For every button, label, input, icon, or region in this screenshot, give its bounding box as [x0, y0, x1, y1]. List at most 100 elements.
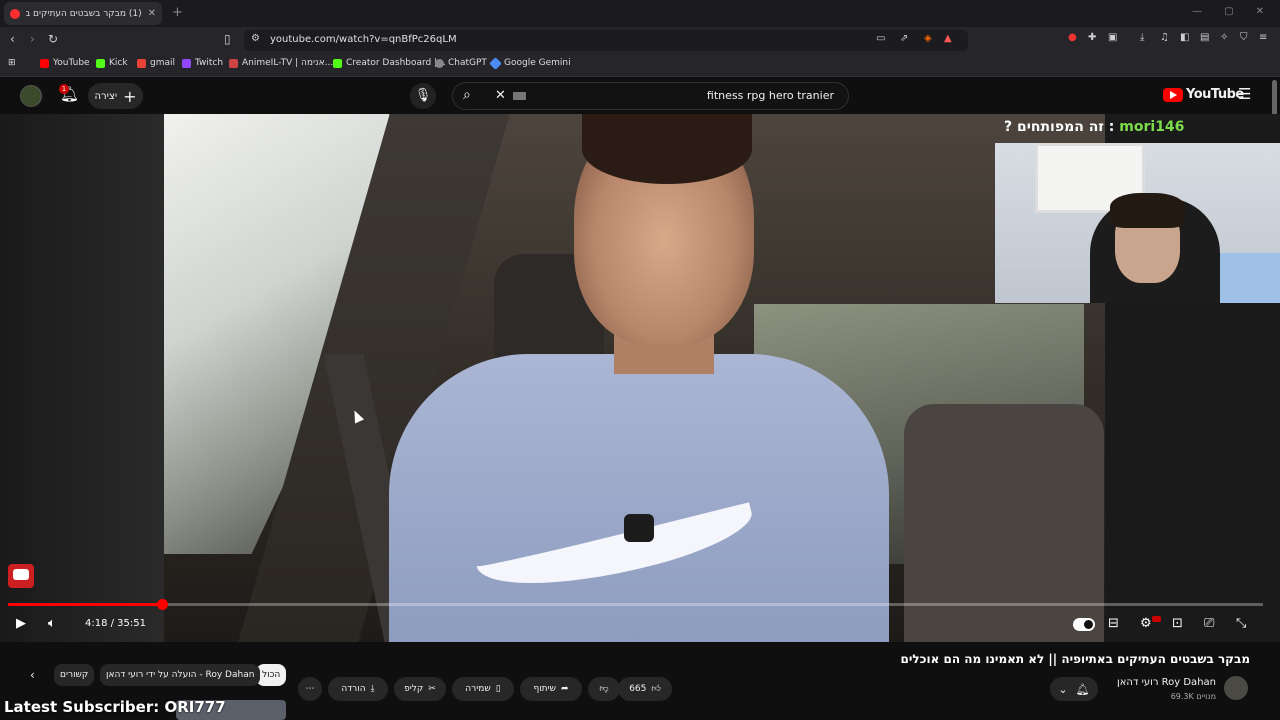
search-box[interactable]: ⌕ ✕ fitness rpg hero tranier [452, 82, 849, 110]
overlay-question: ? זה המפותחים : [1004, 119, 1120, 135]
download-button[interactable]: הורדה ⤓ [328, 677, 388, 701]
bookmark-creator-dashboard[interactable]: Creator Dashboard |... [333, 58, 446, 68]
fullscreen-icon[interactable]: ⤡ [1236, 616, 1246, 631]
video-frame[interactable] [164, 114, 1105, 642]
subscriber-count: 69.3K מנויים [1170, 692, 1216, 701]
autoplay-toggle[interactable] [1073, 618, 1095, 631]
clear-search-icon[interactable]: ✕ [495, 88, 506, 103]
dislike-button[interactable]: 👎︎ [588, 677, 620, 701]
subtitles-icon[interactable]: ⊟ [1108, 616, 1119, 631]
player-letterbox-left [0, 114, 164, 642]
vpn-shield-icon[interactable]: ⛉ [1240, 32, 1248, 43]
bell-icon: 🔔︎ [1075, 682, 1090, 696]
bookmark-save-icon: ▯ [495, 684, 501, 694]
site-info-icon[interactable]: ⚙ [251, 33, 260, 44]
video-player[interactable]: ? זה המפותחים : mori146 ▶ 🔈︎ 4:18 / 35:5… [0, 114, 1280, 642]
chip-related[interactable]: קשורים [54, 664, 95, 686]
save-button[interactable]: שמירה ▯ [452, 677, 514, 701]
share-button[interactable]: שיתוף ➦ [520, 677, 582, 701]
youtube-icon [40, 58, 49, 68]
bookmark-youtube[interactable]: YouTube [40, 58, 90, 68]
kick-creator-icon [333, 58, 342, 68]
close-window-icon[interactable]: ✕ [1256, 6, 1264, 17]
leo-ai-icon[interactable]: ✧ [1220, 32, 1228, 43]
reload-icon[interactable]: ↻ [48, 32, 58, 46]
search-icon[interactable]: ⌕ [463, 87, 471, 103]
new-tab-button[interactable]: + [172, 5, 183, 20]
thumbs-down-icon: 👎︎ [599, 684, 609, 694]
youtube-header: 🔔︎ 1 יצירה + 🎙︎ ⌕ ✕ fitness rpg hero tra… [0, 77, 1280, 114]
stream-chat-overlay: ? זה המפותחים : mori146 [1004, 119, 1184, 135]
extensions-icon[interactable]: ✚ [1088, 32, 1096, 43]
browser-nav-bar: ‹ › ↻ ▯ ⚙ youtube.com/watch?v=qnBfPc26qL… [0, 27, 1280, 53]
volume-icon[interactable]: 🔈︎ [48, 616, 56, 631]
car-seat [904, 404, 1104, 642]
search-input[interactable]: fitness rpg hero tranier [707, 89, 834, 102]
close-tab-icon[interactable]: ✕ [148, 8, 156, 19]
scissors-icon: ✂ [428, 684, 436, 694]
channel-name[interactable]: רועי דהאן Roy Dahan [1117, 677, 1216, 688]
progress-bar[interactable] [8, 599, 1263, 610]
downloads-icon[interactable]: ⤓ [1140, 32, 1144, 43]
more-icon: ⋯ [305, 684, 315, 694]
pip-icon[interactable]: ▭ [876, 33, 885, 44]
chips-prev-arrow-icon[interactable]: ‹ [30, 668, 35, 682]
account-avatar[interactable] [20, 85, 42, 107]
forward-icon[interactable]: › [30, 32, 35, 46]
voice-search-icon[interactable]: 🎙︎ [410, 83, 436, 109]
more-actions-button[interactable]: ⋯ [298, 677, 322, 701]
like-button[interactable]: 665 👍︎ [618, 677, 672, 701]
youtube-logo[interactable]: YouTube [1163, 87, 1244, 102]
download-icon: ⤓ [370, 684, 375, 694]
share-page-icon[interactable]: ⇗ [900, 33, 908, 44]
window-controls: — ▢ ✕ [1176, 0, 1280, 23]
extension-box-icon[interactable]: ▣ [1108, 32, 1117, 43]
bookmark-kick[interactable]: Kick [96, 58, 128, 68]
bookmark-twitch[interactable]: Twitch [182, 58, 223, 68]
browser-menu-icon[interactable]: ≡ [1259, 32, 1267, 43]
miniplayer-icon[interactable]: ⊡ [1172, 616, 1183, 631]
brave-shield-icon[interactable]: ◈ [924, 33, 932, 44]
bookmark-gmail[interactable]: gmail [137, 58, 175, 68]
cast-icon[interactable]: ⎚ [1204, 616, 1214, 631]
keyboard-icon[interactable] [513, 92, 526, 100]
webcam-hair [1110, 193, 1185, 228]
bookmark-icon[interactable]: ▯ [224, 32, 231, 46]
subscribed-bell-button[interactable]: ⌄ 🔔︎ [1050, 677, 1098, 701]
clip-button[interactable]: קליפ ✂ [394, 677, 446, 701]
chatgpt-icon [435, 58, 444, 68]
brave-rewards-icon[interactable]: ▲ [944, 33, 952, 44]
thumbs-up-icon: 👍︎ [651, 684, 661, 694]
notification-badge: 1 [59, 84, 69, 94]
url-text: youtube.com/watch?v=qnBfPc26qLM [270, 34, 457, 45]
create-button[interactable]: יצירה + [88, 83, 143, 109]
media-icon[interactable]: ♫ [1160, 32, 1169, 43]
chip-uploaded-by[interactable]: הועלה על ידי רועי דהאן - Roy Dahan [100, 664, 261, 686]
bookmark-animeil[interactable]: AnimeIL-TV | אנימה... [229, 58, 333, 68]
browser-tab[interactable]: (1) מבקר בשבטים העתיקים באת ✕ [4, 2, 162, 25]
guide-menu-icon[interactable]: ☰ [1238, 85, 1251, 103]
subscribe-watermark-icon[interactable] [8, 564, 34, 588]
back-icon[interactable]: ‹ [10, 32, 15, 46]
video-title: מבקר בשבטים העתיקים באתיופיה || לא תאמינ… [900, 652, 1251, 666]
apps-grid-icon[interactable]: ⊞ [8, 58, 16, 68]
settings-gear-icon[interactable]: ⚙ [1140, 616, 1152, 631]
play-icon[interactable]: ▶ [16, 616, 26, 631]
extension-record-icon[interactable]: ● [1068, 32, 1077, 43]
bookmark-gemini[interactable]: Google Gemini [489, 56, 571, 70]
chip-all[interactable]: הכול [256, 664, 287, 686]
bookmark-chatgpt[interactable]: ChatGPT [435, 58, 487, 68]
maximize-icon[interactable]: ▢ [1224, 6, 1233, 17]
webcam-blanket [1220, 253, 1280, 303]
minimize-icon[interactable]: — [1192, 6, 1202, 17]
youtube-play-logo-icon [1163, 87, 1183, 102]
overlay-username: mori146 [1119, 119, 1185, 135]
gemini-icon [489, 56, 502, 70]
youtube-logo-text: YouTube [1186, 87, 1244, 102]
channel-avatar[interactable] [1224, 676, 1248, 700]
address-bar[interactable]: ⚙ youtube.com/watch?v=qnBfPc26qLM ▭ ⇗ ◈ … [244, 30, 968, 51]
bookmarks-bar: ⊞ YouTube Kick gmail Twitch AnimeIL-TV |… [0, 53, 1280, 77]
wallet-icon[interactable]: ▤ [1200, 32, 1209, 43]
sidebar-toggle-icon[interactable]: ◧ [1180, 32, 1189, 43]
latest-subscriber-overlay: Latest Subscriber: ORI777 [4, 698, 226, 716]
